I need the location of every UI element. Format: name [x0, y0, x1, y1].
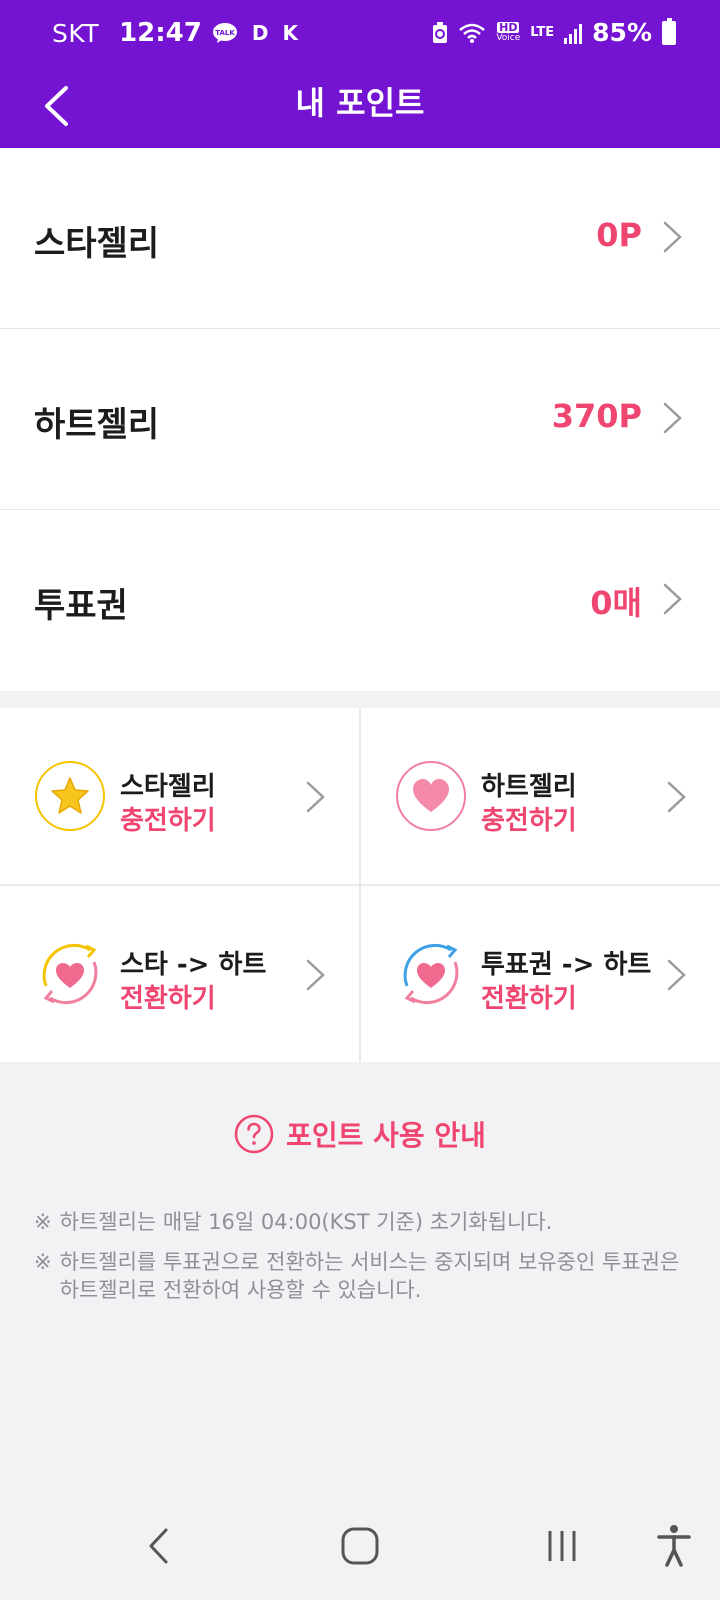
nav-recents-icon — [548, 1531, 576, 1561]
chevron-right-icon — [306, 781, 325, 813]
point-value: 0매 — [590, 584, 642, 622]
action-title: 스타젤리 — [120, 772, 216, 802]
chevron-right-icon — [663, 402, 682, 434]
heart-jelly-charge-button[interactable]: 하트젤리 충전하기 — [361, 708, 720, 884]
notice-item: ※ 하트젤리는 매달 16일 04:00(KST 기준) 초기화됩니다. — [34, 1208, 694, 1236]
vote-to-heart-convert-icon — [403, 943, 459, 1005]
notice-item: ※ 하트젤리를 투표권으로 전환하는 서비스는 중지되며 보유중인 투표권은 하… — [34, 1248, 694, 1304]
point-row-star-jelly[interactable]: 스타젤리 0P — [0, 148, 720, 329]
chevron-right-icon — [306, 959, 325, 991]
point-label: 하트젤리 — [34, 405, 160, 445]
nav-back-button[interactable] — [128, 1518, 188, 1574]
k-app-icon: K — [282, 21, 298, 45]
help-circle-icon — [234, 1114, 274, 1154]
status-bar: SKT 12:47 TALK D K HD Voice LTE 85% — [0, 0, 720, 64]
action-subtitle: 충전하기 — [120, 806, 216, 836]
battery-percent: 85% — [592, 18, 652, 47]
point-row-heart-jelly[interactable]: 하트젤리 370P — [0, 329, 720, 510]
star-to-heart-convert-icon — [42, 943, 98, 1005]
guide-title: 포인트 사용 안내 — [286, 1119, 486, 1152]
signal-icon — [564, 22, 583, 44]
action-grid: 스타젤리 충전하기 하트젤리 충전하기 스타 -> 하트 전환하기 투표권 ->… — [0, 708, 720, 1062]
point-row-vote-ticket[interactable]: 투표권 0매 — [0, 510, 720, 691]
battery-icon — [662, 17, 676, 45]
chevron-right-icon — [663, 583, 682, 615]
point-value: 370P — [551, 397, 642, 435]
star-jelly-charge-button[interactable]: 스타젤리 충전하기 — [0, 708, 359, 884]
lte-label: LTE — [530, 25, 555, 40]
notice-text: 하트젤리를 투표권으로 전환하는 서비스는 중지되며 보유중인 투표권은 하트젤… — [59, 1250, 680, 1302]
carrier-label: SKT — [52, 18, 100, 48]
nav-recents-button[interactable] — [532, 1518, 592, 1574]
point-list: 스타젤리 0P 하트젤리 370P 투표권 0매 — [0, 148, 720, 691]
action-subtitle: 전환하기 — [481, 984, 577, 1014]
action-subtitle: 전환하기 — [120, 984, 216, 1014]
vote-to-heart-convert-button[interactable]: 투표권 -> 하트 전환하기 — [361, 886, 720, 1062]
reference-mark: ※ — [34, 1210, 52, 1234]
point-usage-guide-link[interactable]: 포인트 사용 안내 — [0, 1114, 720, 1154]
chevron-right-icon — [667, 781, 686, 813]
system-nav-bar — [0, 1492, 720, 1600]
notice-list: ※ 하트젤리는 매달 16일 04:00(KST 기준) 초기화됩니다. ※ 하… — [34, 1208, 694, 1316]
page-title: 내 포인트 — [295, 84, 425, 122]
point-label: 스타젤리 — [34, 224, 160, 264]
star-icon — [35, 761, 105, 831]
d-app-icon: D — [251, 21, 269, 45]
recycle-battery-icon — [433, 21, 448, 43]
action-title: 하트젤리 — [481, 772, 577, 802]
kakaotalk-icon: TALK — [212, 23, 237, 43]
hd-voice-indicator: HD Voice — [496, 20, 521, 44]
talk-badge-text: TALK — [215, 29, 235, 37]
voice-label: Voice — [496, 32, 521, 43]
star-to-heart-convert-button[interactable]: 스타 -> 하트 전환하기 — [0, 886, 359, 1062]
chevron-right-icon — [663, 221, 682, 253]
point-label: 투표권 — [34, 586, 128, 626]
action-title: 스타 -> 하트 — [120, 950, 267, 980]
action-title: 투표권 -> 하트 — [481, 950, 652, 980]
heart-icon — [396, 761, 466, 831]
chevron-right-icon — [667, 959, 686, 991]
nav-home-icon — [341, 1527, 379, 1565]
notice-text: 하트젤리는 매달 16일 04:00(KST 기준) 초기화됩니다. — [59, 1210, 553, 1234]
nav-back-icon — [149, 1528, 168, 1564]
top-bar: SKT 12:47 TALK D K HD Voice LTE 85% 내 포인… — [0, 0, 720, 148]
reference-mark: ※ — [34, 1250, 52, 1274]
clock: 12:47 — [119, 18, 202, 48]
nav-home-button[interactable] — [330, 1518, 390, 1574]
point-value: 0P — [596, 216, 642, 254]
app-header: 내 포인트 — [0, 64, 720, 148]
hd-label: HD — [497, 20, 520, 34]
wifi-icon — [459, 23, 486, 43]
accessibility-button[interactable] — [644, 1518, 704, 1574]
accessibility-icon — [657, 1525, 691, 1567]
action-subtitle: 충전하기 — [481, 806, 577, 836]
